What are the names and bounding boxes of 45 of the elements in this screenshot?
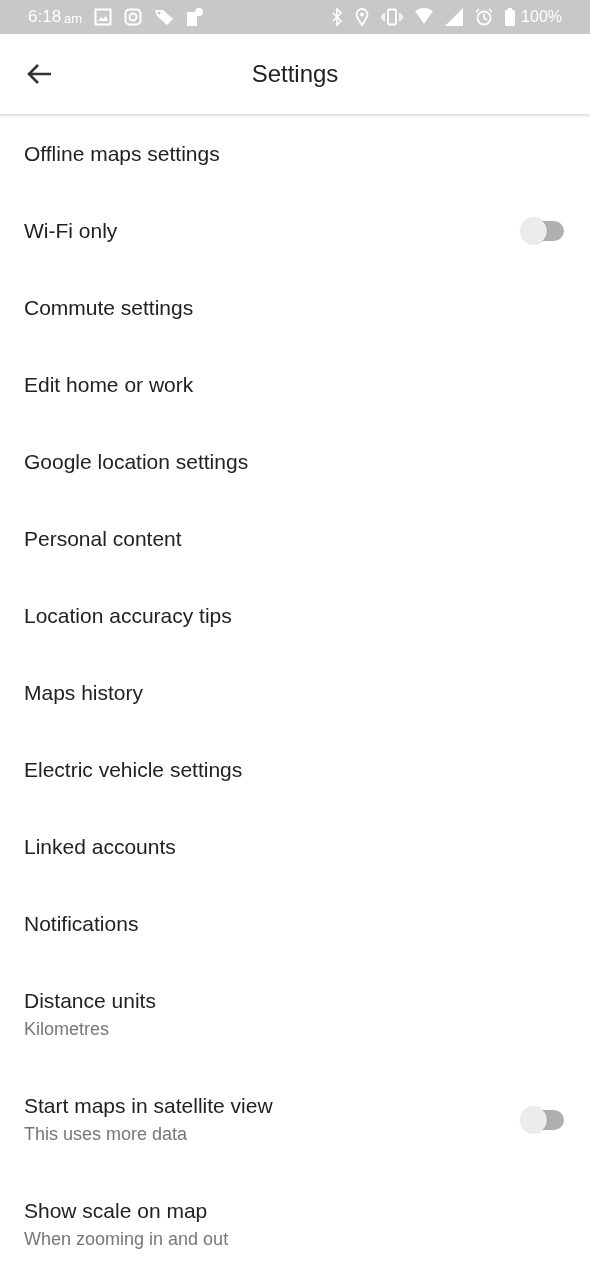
settings-item[interactable]: Edit home or work (0, 346, 590, 423)
item-subtitle: This uses more data (24, 1124, 189, 1145)
item-title: Wi-Fi only (24, 218, 119, 243)
item-title: Google location settings (24, 449, 250, 474)
settings-item[interactable]: Electric vehicle settings (0, 731, 590, 808)
settings-item[interactable]: Google location settings (0, 423, 590, 500)
item-title: Distance units (24, 989, 157, 1013)
item-title: Edit home or work (24, 372, 195, 397)
item-title: Notifications (24, 911, 140, 936)
battery-icon (505, 8, 516, 26)
item-subtitle: Kilometres (24, 1019, 111, 1040)
settings-item[interactable]: Wi-Fi only (0, 192, 590, 269)
location-icon (355, 8, 370, 26)
item-title: Show scale on map (24, 1199, 209, 1223)
settings-item[interactable]: Location accuracy tips (0, 577, 590, 654)
item-title: Offline maps settings (24, 141, 221, 166)
page-title: Settings (251, 60, 339, 88)
bluetooth-icon (331, 8, 344, 26)
item-title: Start maps in satellite view (24, 1094, 274, 1118)
settings-item[interactable]: Notifications (0, 885, 590, 962)
tag-icon (154, 8, 175, 26)
settings-item[interactable]: Distance units Kilometres (0, 962, 590, 1067)
settings-item[interactable]: Start maps in satellite view This uses more data (0, 1067, 590, 1172)
settings-item[interactable]: Maps history (0, 654, 590, 731)
wifi-icon (415, 8, 434, 26)
camera-icon (124, 8, 143, 26)
toggle-switch[interactable] (520, 216, 566, 245)
back-arrow-icon (26, 63, 52, 85)
settings-item[interactable]: Show scale on map When zooming in and out (0, 1172, 590, 1277)
vibrate-icon (381, 8, 404, 26)
settings-item[interactable]: Linked accounts (0, 808, 590, 885)
signal-icon (445, 8, 464, 26)
settings-item[interactable]: Personal content (0, 500, 590, 577)
item-title: Commute settings (24, 295, 195, 320)
alarm-icon (475, 8, 494, 26)
image-icon (94, 8, 113, 26)
item-title: Personal content (24, 526, 183, 551)
item-title: Maps history (24, 680, 145, 705)
toggle-switch[interactable] (520, 1105, 566, 1134)
settings-item[interactable]: Commute settings (0, 269, 590, 346)
item-title: Linked accounts (24, 834, 177, 859)
settings-item[interactable]: Offline maps settings (0, 115, 590, 192)
item-title: Location accuracy tips (24, 603, 233, 628)
item-subtitle: When zooming in and out (24, 1229, 230, 1250)
item-title: Electric vehicle settings (24, 757, 244, 782)
